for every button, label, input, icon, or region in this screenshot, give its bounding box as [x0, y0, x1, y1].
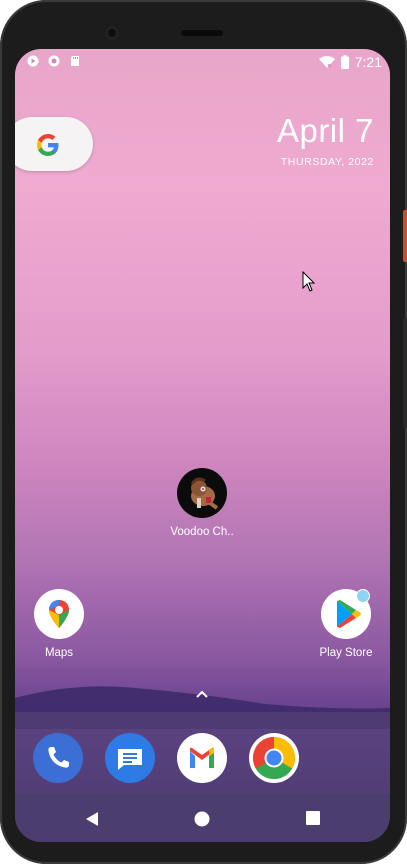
- gmail-app-icon[interactable]: [177, 733, 227, 783]
- earpiece-speaker: [181, 30, 223, 36]
- volume-rocker[interactable]: [403, 318, 407, 428]
- google-g-icon: [37, 134, 59, 156]
- notification-dot: [356, 589, 370, 603]
- maps-icon: [34, 589, 84, 639]
- date-widget[interactable]: April 7: [277, 112, 374, 150]
- app-label: Maps: [44, 647, 74, 659]
- sync-icon: [48, 55, 60, 67]
- app-label: Play Store: [319, 647, 373, 659]
- back-icon[interactable]: [85, 811, 99, 827]
- messages-app-icon[interactable]: [105, 733, 155, 783]
- phone-frame: 7:21 April 7 THURSDAY, 2022 Voodoo Ch.. …: [0, 0, 407, 864]
- home-icon[interactable]: [194, 811, 210, 827]
- wifi-icon: [318, 56, 335, 68]
- google-search-widget[interactable]: [15, 117, 93, 171]
- chevron-up-icon[interactable]: [195, 689, 209, 699]
- chrome-app-icon[interactable]: [249, 733, 299, 783]
- app-label: Voodoo Ch..: [170, 526, 234, 538]
- app-voodoo[interactable]: Voodoo Ch..: [162, 468, 242, 538]
- phone-app-icon[interactable]: [33, 733, 83, 783]
- app-maps[interactable]: Maps: [19, 589, 99, 659]
- voodoo-doll-icon: [177, 468, 227, 518]
- status-bar: 7:21: [15, 49, 390, 75]
- power-button[interactable]: [403, 210, 407, 262]
- home-screen: 7:21 April 7 THURSDAY, 2022 Voodoo Ch.. …: [15, 49, 390, 842]
- dock: [15, 712, 390, 794]
- clock-time: 7:21: [354, 54, 382, 70]
- weekday-label: THURSDAY, 2022: [280, 156, 374, 168]
- front-camera: [105, 26, 119, 40]
- app-play-store[interactable]: Play Store: [306, 589, 386, 659]
- recents-icon[interactable]: [306, 811, 320, 825]
- battery-icon: [340, 55, 349, 69]
- play-protect-icon: [27, 55, 39, 67]
- mouse-cursor-icon: [302, 271, 316, 292]
- sd-card-icon: [71, 56, 79, 66]
- navigation-bar: [15, 794, 390, 842]
